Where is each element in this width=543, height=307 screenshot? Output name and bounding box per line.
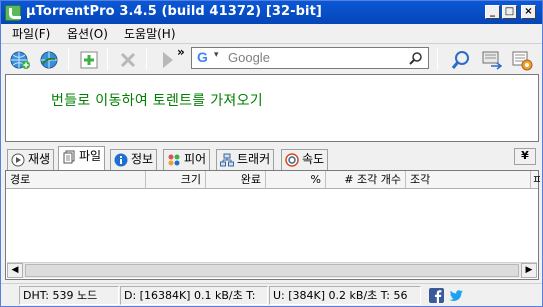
search-placeholder: Google: [228, 50, 270, 65]
detail-tabs: 재생 파일 정보 피어 트래커 속도 ¥: [5, 146, 539, 170]
tab-peers[interactable]: 피어: [163, 149, 211, 170]
menu-help[interactable]: 도움말(H): [124, 25, 176, 42]
tab-label: 정보: [131, 152, 154, 166]
status-dht: DHT: 539 노드: [19, 286, 119, 305]
tab-speed[interactable]: 속도: [281, 149, 329, 170]
play-circle-icon: [11, 153, 25, 167]
create-torrent-icon[interactable]: [38, 49, 60, 71]
info-icon: [114, 153, 128, 167]
tab-trackers[interactable]: 트래커: [216, 149, 275, 170]
search-input[interactable]: G ▾ Google: [191, 47, 429, 69]
toolbar-separator: [68, 48, 69, 70]
torrent-list-area[interactable]: 번들로 이동하여 토렌트를 가져오기: [5, 74, 539, 142]
column-header-path[interactable]: 경로: [6, 171, 146, 189]
bundle-notice-link[interactable]: 번들로 이동하여 토렌트를 가져오기: [51, 90, 263, 110]
table-header: 경로 크기 완료 % # 조각 개수 조각 ㅍ: [6, 171, 540, 189]
tab-label: 트래커: [237, 152, 271, 166]
title-bar[interactable]: µTorrentPro 3.4.5 (build 41372) [32-bit]…: [1, 1, 542, 24]
files-table[interactable]: 경로 크기 완료 % # 조각 개수 조각 ㅍ ◀ ▶: [5, 170, 540, 280]
menu-options[interactable]: 옵션(O): [67, 25, 108, 42]
facebook-icon[interactable]: [429, 288, 444, 303]
toolbar-separator: [107, 48, 108, 70]
column-header-size[interactable]: 크기: [146, 171, 206, 189]
menu-bar: 파일(F) 옵션(O) 도움말(H): [1, 24, 542, 42]
status-download[interactable]: D: [16384K] 0.1 kB/초 T:: [120, 286, 268, 305]
search-provider-dropdown-icon[interactable]: ▾: [214, 50, 219, 60]
remote-icon[interactable]: [481, 49, 503, 71]
menu-file[interactable]: 파일(F): [12, 25, 50, 42]
column-header-priority[interactable]: ㅍ: [531, 171, 540, 189]
search-icon[interactable]: [450, 49, 472, 71]
toolbar-overflow-icon[interactable]: »: [177, 45, 185, 59]
scroll-right-icon[interactable]: ▶: [521, 263, 537, 278]
start-icon[interactable]: [156, 49, 178, 71]
tab-label: 파일: [79, 149, 102, 163]
scroll-left-icon[interactable]: ◀: [7, 263, 23, 278]
toolbar-separator: [437, 48, 438, 70]
tab-playback[interactable]: 재생: [7, 149, 55, 170]
scroll-thumb[interactable]: [25, 264, 519, 277]
tab-label: 피어: [184, 152, 207, 166]
maximize-button[interactable]: □: [502, 5, 517, 19]
peers-icon: [168, 154, 180, 166]
search-submit-icon[interactable]: [409, 51, 423, 65]
window-title: µTorrentPro 3.4.5 (build 41372) [32-bit]: [26, 4, 322, 19]
app-window: µTorrentPro 3.4.5 (build 41372) [32-bit]…: [0, 0, 543, 307]
close-button[interactable]: ×: [521, 5, 536, 19]
tab-info[interactable]: 정보: [110, 149, 158, 170]
collapse-panel-button[interactable]: ¥: [514, 148, 536, 165]
status-bar: DHT: 539 노드 D: [16384K] 0.1 kB/초 T: U: […: [1, 283, 542, 306]
add-torrent-url-icon[interactable]: [9, 49, 31, 71]
status-upload[interactable]: U: [384K] 0.2 kB/초 T: 56: [269, 286, 421, 305]
toolbar-separator: [146, 48, 147, 70]
column-header-percent[interactable]: %: [266, 171, 326, 189]
column-header-done[interactable]: 완료: [206, 171, 266, 189]
files-icon: [63, 150, 75, 164]
tab-label: 재생: [28, 152, 51, 166]
tab-label: 속도: [302, 152, 325, 166]
tab-files[interactable]: 파일: [58, 146, 106, 170]
column-header-pieces-count[interactable]: # 조각 개수: [326, 171, 406, 189]
preferences-icon[interactable]: [511, 49, 533, 71]
trackers-icon: [220, 153, 234, 167]
twitter-icon[interactable]: [449, 288, 464, 303]
remove-icon[interactable]: [117, 49, 139, 71]
column-header-pieces[interactable]: 조각: [406, 171, 531, 189]
google-logo-icon: G: [197, 49, 208, 65]
horizontal-scrollbar[interactable]: ◀ ▶: [7, 262, 537, 278]
minimize-button[interactable]: _: [485, 5, 500, 19]
utorrent-logo-icon: [5, 5, 21, 21]
speed-icon: [285, 153, 299, 167]
add-icon[interactable]: [78, 49, 100, 71]
